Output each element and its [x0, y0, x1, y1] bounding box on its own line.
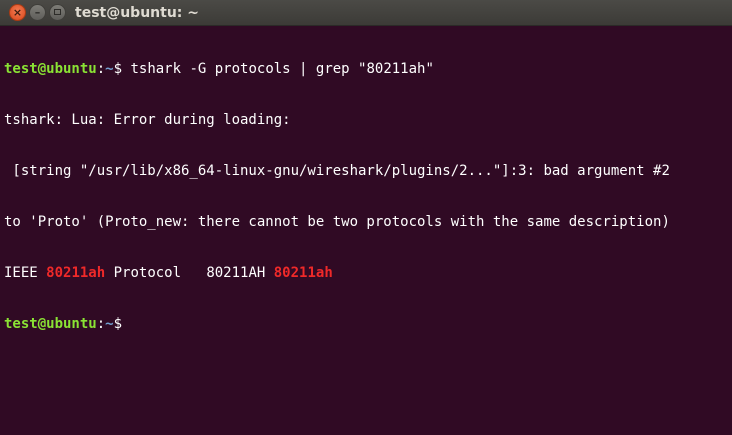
prompt-dollar: $ [113, 316, 123, 332]
title-bar[interactable]: × – test@ubuntu: ~ [0, 0, 732, 26]
prompt-path: ~ [105, 61, 114, 77]
result-middle: Protocol 80211AH [105, 265, 274, 281]
prompt-colon: : [96, 61, 106, 77]
command-text: tshark -G protocols | grep "80211ah" [122, 61, 434, 77]
terminal-window: × – test@ubuntu: ~ test@ubuntu:~$ tshark… [0, 0, 732, 435]
output-line: [string "/usr/lib/x86_64-linux-gnu/wires… [4, 163, 670, 179]
grep-result-line: IEEE 80211ah Protocol 80211AH 80211ah [4, 265, 732, 282]
current-prompt-line[interactable]: test@ubuntu:~$ [4, 316, 732, 333]
maximize-icon[interactable] [49, 4, 66, 21]
result-prefix: IEEE [4, 265, 47, 281]
prompt-path: ~ [105, 316, 114, 332]
command-line: test@ubuntu:~$ tshark -G protocols | gre… [4, 61, 732, 78]
prompt-dollar: $ [113, 61, 123, 77]
window-title: test@ubuntu: ~ [75, 5, 199, 21]
output-line: to 'Proto' (Proto_new: there cannot be t… [4, 214, 670, 230]
terminal-content[interactable]: test@ubuntu:~$ tshark -G protocols | gre… [0, 27, 732, 435]
prompt-colon: : [96, 316, 106, 332]
minimize-icon[interactable]: – [29, 4, 46, 21]
prompt-user-host: test@ubuntu [4, 61, 97, 77]
close-icon[interactable]: × [9, 4, 26, 21]
grep-match: 80211ah [46, 265, 106, 281]
prompt-user-host: test@ubuntu [4, 316, 97, 332]
grep-match: 80211ah [273, 265, 333, 281]
output-line: tshark: Lua: Error during loading: [4, 112, 291, 128]
